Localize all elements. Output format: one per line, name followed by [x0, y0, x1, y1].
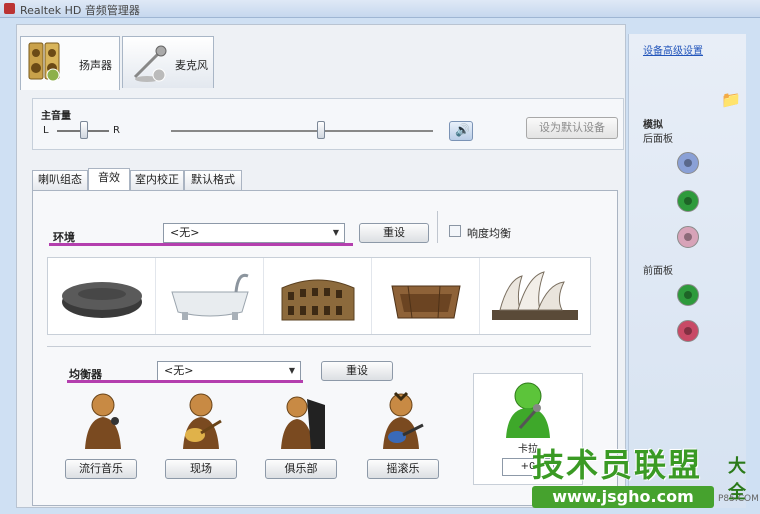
volume-icon: 🔊: [455, 123, 470, 137]
stone-disc-icon: [62, 282, 142, 318]
opera-house-icon: [492, 271, 578, 320]
tab-default-format[interactable]: 默认格式: [184, 170, 242, 190]
environment-thumb-opera-house[interactable]: [480, 258, 588, 334]
main-volume-title: 主音量: [41, 111, 71, 122]
preset-live: [161, 391, 241, 453]
environment-underline: [49, 243, 353, 246]
folder-icon[interactable]: 📁: [721, 90, 741, 109]
tab-room-correction[interactable]: 室内校正: [130, 170, 184, 190]
connector-panel: 设备高级设置 📁 模拟 后面板 前面板: [628, 34, 746, 508]
watermark: 技术员联盟 大全 www.jsgho.com P85.COM: [532, 440, 759, 510]
main-volume-panel: 主音量 L R 🔊 设为默认设备: [32, 98, 624, 150]
preset-pop: [63, 391, 143, 453]
preset-rock-button[interactable]: 摇滚乐: [367, 459, 439, 479]
rock-guitarist-icon: [383, 391, 424, 449]
jack-blue[interactable]: [677, 152, 699, 174]
volume-slider-thumb[interactable]: [317, 121, 325, 139]
balance-left-label: L: [43, 125, 49, 136]
watermark-text: 技术员联盟: [532, 446, 703, 484]
sound-effects-panel: 环境 <无> ▼ 重设 响度均衡 均衡器 <无> ▼ 重设 流行音乐 现场 俱乐…: [32, 190, 618, 506]
section-divider: [47, 346, 591, 347]
microphone-icon: [133, 45, 167, 82]
preset-live-button[interactable]: 现场: [165, 459, 237, 479]
environment-thumb-stone[interactable]: [48, 258, 156, 334]
preset-pop-button[interactable]: 流行音乐: [65, 459, 137, 479]
karaoke-singer-icon: [506, 382, 550, 438]
balance-slider-thumb[interactable]: [80, 121, 88, 139]
tab-microphone[interactable]: 麦克风: [122, 36, 214, 88]
divider: [437, 211, 438, 243]
balance-right-label: R: [113, 125, 120, 136]
equalizer-select-value: <无>: [164, 364, 194, 377]
app-icon: [4, 3, 15, 14]
arena-icon: [391, 285, 461, 319]
tab-speakers-label: 扬声器: [79, 59, 112, 72]
preset-club: [263, 391, 343, 453]
live-guitarist-icon: [183, 393, 222, 449]
environment-thumb-arena[interactable]: [372, 258, 480, 334]
tab-microphone-label: 麦克风: [175, 59, 208, 72]
environment-thumb-bathroom[interactable]: [156, 258, 264, 334]
tab-speakers[interactable]: 扬声器: [20, 36, 120, 90]
club-pianist-icon: [281, 396, 325, 449]
jack-red[interactable]: [677, 320, 699, 342]
analog-label: 模拟: [643, 120, 663, 131]
environment-select-value: <无>: [170, 226, 200, 239]
watermark-small-text: P85.COM: [718, 494, 759, 504]
tab-sound-effects[interactable]: 音效: [88, 168, 130, 190]
title-bar: Realtek HD 音频管理器: [0, 0, 760, 18]
preset-rock: [361, 391, 441, 453]
loudness-equalization-label: 响度均衡: [467, 227, 511, 240]
window-title: Realtek HD 音频管理器: [20, 4, 140, 17]
colosseum-icon: [281, 279, 355, 321]
back-panel-label: 后面板: [643, 134, 673, 145]
jack-green-back[interactable]: [677, 190, 699, 212]
advanced-device-settings-link[interactable]: 设备高级设置: [643, 42, 703, 57]
bathtub-icon: [171, 273, 249, 320]
speaker-icon: [28, 42, 60, 82]
tab-speaker-config[interactable]: 喇叭组态: [32, 170, 88, 190]
equalizer-select[interactable]: <无> ▼: [157, 361, 301, 381]
chevron-down-icon: ▼: [288, 366, 295, 375]
environment-thumbnails: [47, 257, 591, 335]
pop-singer-icon: [85, 393, 121, 449]
jack-green-front[interactable]: [677, 284, 699, 306]
chevron-down-icon: ▼: [332, 228, 339, 237]
environment-thumb-colosseum[interactable]: [264, 258, 372, 334]
front-panel-label: 前面板: [643, 266, 673, 277]
environment-select[interactable]: <无> ▼: [163, 223, 345, 243]
jack-pink[interactable]: [677, 226, 699, 248]
environment-reset-button[interactable]: 重设: [359, 223, 429, 243]
mute-button[interactable]: 🔊: [449, 121, 473, 141]
preset-club-button[interactable]: 俱乐部: [265, 459, 337, 479]
watermark-url: www.jsgho.com: [532, 486, 714, 508]
equalizer-reset-button[interactable]: 重设: [321, 361, 393, 381]
equalizer-underline: [67, 380, 303, 383]
loudness-equalization-checkbox[interactable]: [449, 225, 461, 237]
volume-track: [171, 130, 433, 132]
set-default-device-button[interactable]: 设为默认设备: [526, 117, 618, 139]
